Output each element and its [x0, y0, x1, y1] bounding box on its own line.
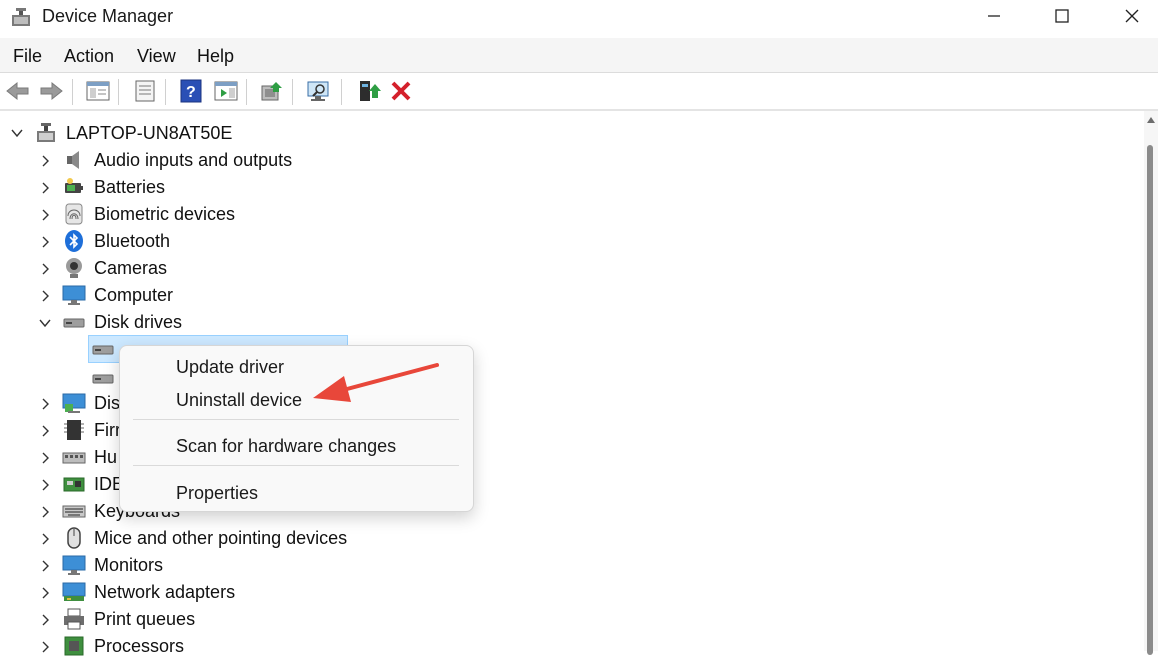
annotation-arrow-icon [313, 363, 439, 402]
